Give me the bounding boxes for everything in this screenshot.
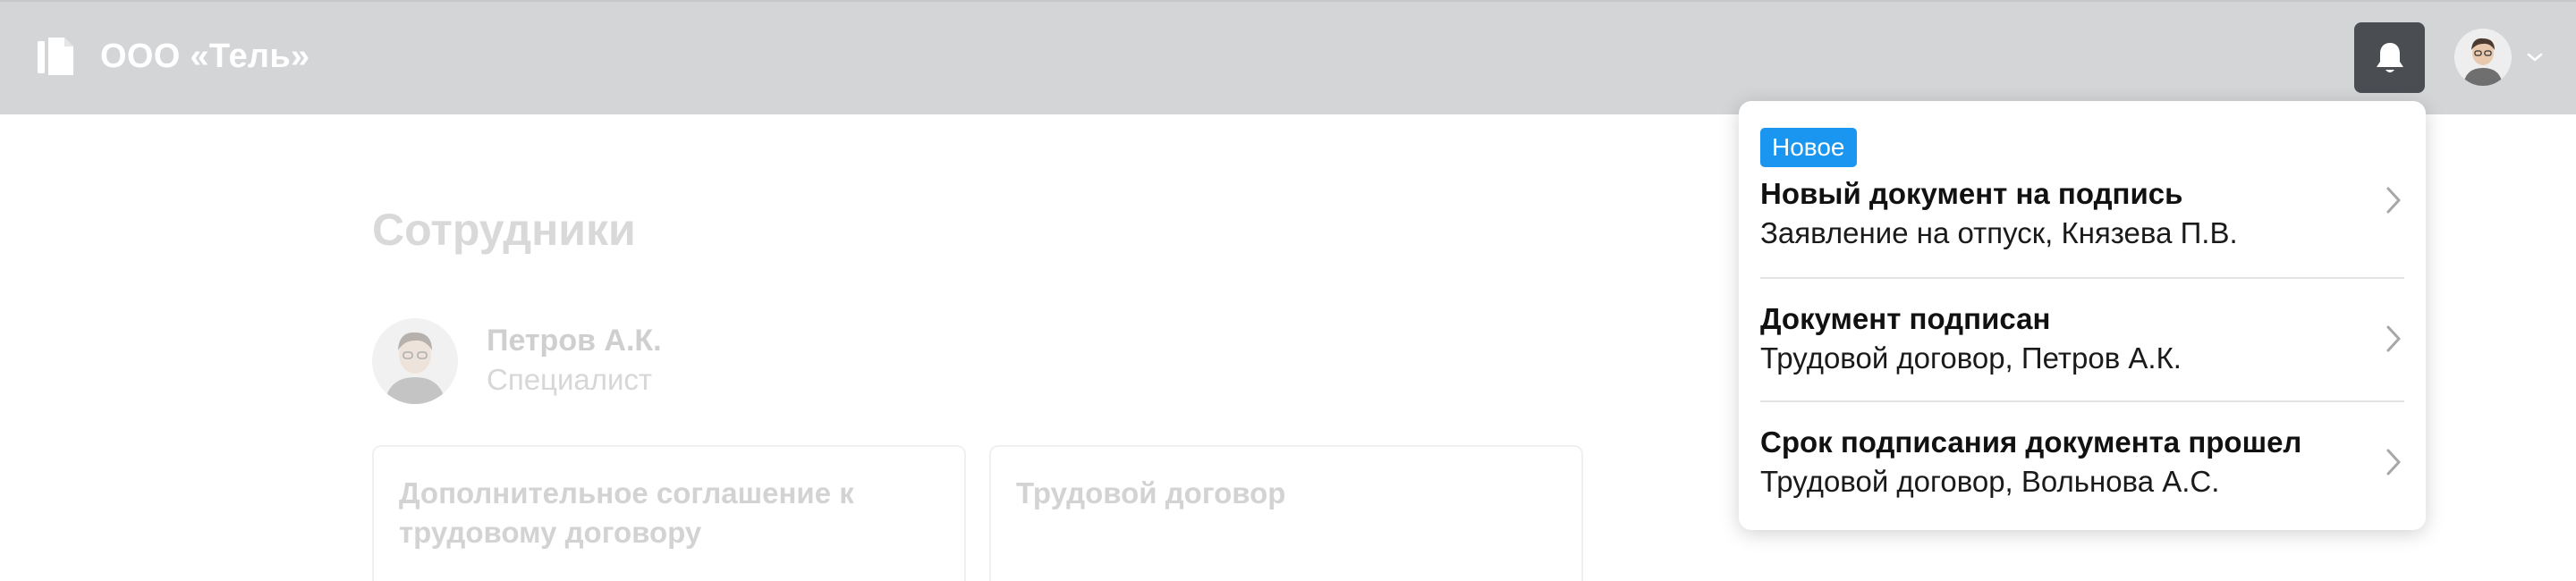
app-header: ООО «Тель» [0, 0, 2576, 114]
notification-subtitle: Трудовой договор, Петров А.К. [1760, 341, 2182, 375]
document-title: Дополнительное соглашение к трудовому до… [399, 476, 854, 549]
notifications-button[interactable] [2354, 22, 2425, 93]
employee-name[interactable]: Петров А.К. [487, 324, 662, 358]
notification-title: Новый документ на подпись [1760, 177, 2183, 210]
notification-item[interactable]: Документ подписан Трудовой договор, Петр… [1760, 299, 2404, 383]
chevron-right-icon [2386, 449, 2402, 476]
divider [1760, 277, 2404, 279]
notifications-dropdown: Новое Новый документ на подпись Заявлени… [1739, 101, 2426, 530]
notification-item[interactable]: Новое Новый документ на подпись Заявлени… [1760, 128, 2404, 271]
divider [1760, 400, 2404, 402]
bell-icon [2376, 42, 2403, 72]
document-title: Трудовой договор [1016, 476, 1286, 509]
notification-subtitle: Заявление на отпуск, Князева П.В. [1760, 216, 2238, 249]
document-card[interactable]: Трудовой договор [989, 445, 1583, 581]
employee-avatar [372, 318, 458, 404]
chevron-right-icon [2386, 187, 2402, 214]
document-icon [38, 38, 73, 75]
notification-item[interactable]: Срок подписания документа прошел Трудово… [1760, 423, 2404, 507]
document-card[interactable]: Дополнительное соглашение к трудовому до… [372, 445, 966, 581]
notification-subtitle: Трудовой договор, Вольнова А.С. [1760, 465, 2220, 498]
user-avatar[interactable] [2454, 29, 2512, 86]
notification-title: Документ подписан [1760, 302, 2051, 335]
page-title: Сотрудники [372, 205, 636, 255]
notification-title: Срок подписания документа прошел [1760, 425, 2302, 459]
company-name[interactable]: ООО «Тель» [100, 38, 309, 76]
employee-role: Специалист [487, 363, 653, 396]
chevron-down-icon[interactable] [2525, 50, 2545, 64]
chevron-right-icon [2386, 325, 2402, 352]
new-badge: Новое [1760, 128, 1857, 167]
